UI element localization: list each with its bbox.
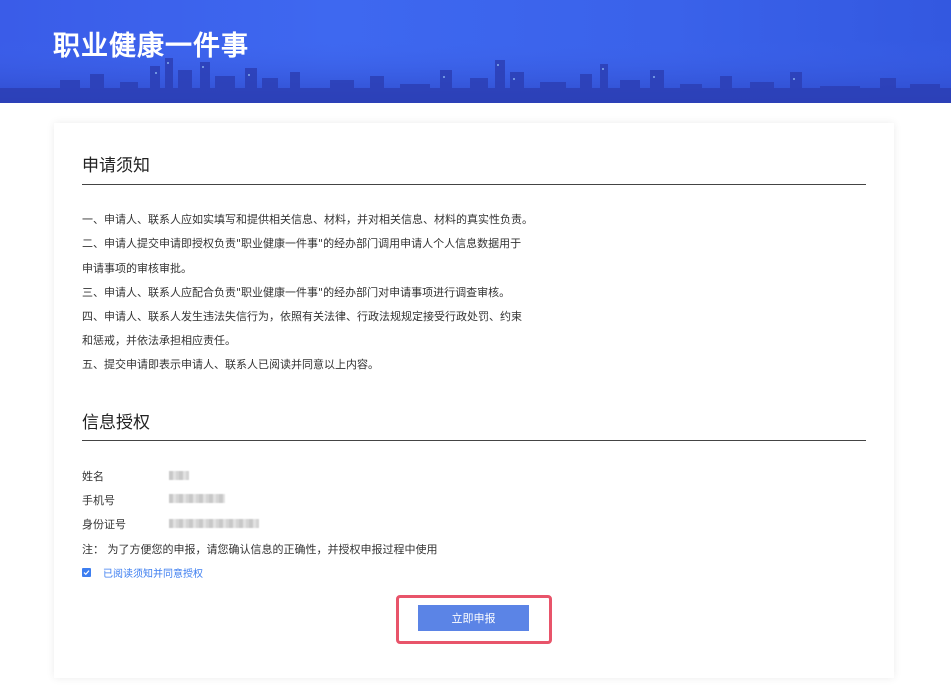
name-value-redacted (169, 471, 189, 480)
agree-checkbox[interactable] (82, 568, 91, 577)
phone-label: 手机号 (82, 494, 115, 507)
id-number-label: 身份证号 (82, 518, 126, 531)
id-number-value-redacted (169, 519, 259, 528)
phone-value-redacted (169, 494, 225, 503)
notice-line: 二、申请人提交申请即授权负责"职业健康一件事"的经办部门调用申请人个人信息数据用… (82, 237, 522, 250)
agree-checkbox-row[interactable]: 已阅读须知并同意授权 (82, 565, 203, 580)
notice-line: 申请事项的审核审批。 (82, 262, 192, 275)
notice-line: 三、申请人、联系人应配合负责"职业健康一件事"的经办部门对申请事项进行调查审核。 (82, 286, 511, 299)
notice-divider (82, 184, 866, 185)
notice-line: 一、申请人、联系人应如实填写和提供相关信息、材料，并对相关信息、材料的真实性负责… (82, 213, 533, 226)
submit-button[interactable]: 立即申报 (418, 605, 529, 631)
notice-section-title: 申请须知 (82, 156, 150, 176)
page-title: 职业健康一件事 (53, 31, 249, 62)
check-icon (83, 570, 90, 576)
application-card: 申请须知 一、申请人、联系人应如实填写和提供相关信息、材料，并对相关信息、材料的… (54, 123, 894, 678)
auth-divider (82, 440, 866, 441)
agree-label[interactable]: 已阅读须知并同意授权 (103, 565, 203, 580)
notice-line: 四、申请人、联系人发生违法失信行为，依照有关法律、行政法规规定接受行政处罚、约束 (82, 310, 522, 323)
notice-line: 和惩戒，并依法承担相应责任。 (82, 334, 236, 347)
header-banner: 职业健康一件事 (0, 0, 951, 103)
auth-section-title: 信息授权 (82, 413, 150, 433)
notice-line: 五、提交申请即表示申请人、联系人已阅读并同意以上内容。 (82, 358, 379, 371)
name-label: 姓名 (82, 470, 104, 483)
auth-note: 注： 为了方便您的申报，请您确认信息的正确性，并授权申报过程中使用 (82, 543, 438, 556)
